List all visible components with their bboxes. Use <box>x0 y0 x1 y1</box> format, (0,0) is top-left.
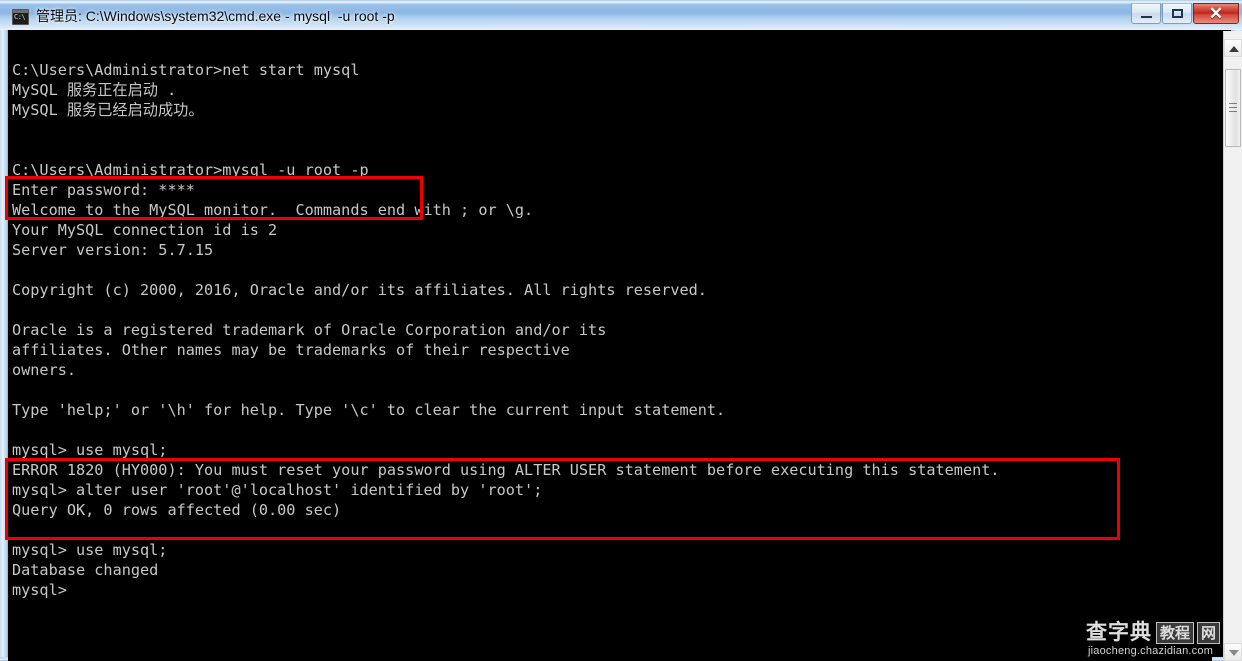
maximize-button[interactable] <box>1162 3 1192 24</box>
console-output-area[interactable]: C:\Users\Administrator>net start mysql My… <box>8 31 1212 661</box>
scroll-up-button[interactable] <box>1224 39 1242 57</box>
close-button[interactable]: ✕ <box>1193 3 1239 24</box>
terminal-line: Type 'help;' or '\h' for help. Type '\c'… <box>12 401 726 419</box>
scrollbar-grip-icon <box>1229 103 1237 112</box>
terminal-line: mysql> <box>12 581 67 599</box>
terminal-line: Copyright (c) 2000, 2016, Oracle and/or … <box>12 281 707 299</box>
terminal-line: Your MySQL connection id is 2 <box>12 221 278 239</box>
terminal-line: MySQL 服务正在启动 . <box>12 81 177 99</box>
minimize-button[interactable] <box>1131 3 1161 24</box>
terminal-line: Database changed <box>12 561 159 579</box>
watermark-row: 查字典 教程 网 <box>1086 620 1221 644</box>
terminal-line: Server version: 5.7.15 <box>12 241 214 259</box>
terminal-line: affiliates. Other names may be trademark… <box>12 341 570 359</box>
terminal-line: C:\Users\Administrator>mysql -u root -p <box>12 161 369 179</box>
cmd-app-icon: C:\ <box>12 9 29 25</box>
watermark-url: jiaocheng.chazidian.com <box>1088 645 1214 657</box>
vertical-scrollbar[interactable] <box>1223 31 1242 661</box>
scrollbar-thumb[interactable] <box>1225 69 1241 147</box>
watermark-brand: 查字典 <box>1086 620 1152 644</box>
title-bar[interactable]: C:\ 管理员: C:\Windows\system32\cmd.exe - m… <box>0 0 1242 30</box>
terminal-line: Query OK, 0 rows affected (0.00 sec) <box>12 501 342 519</box>
terminal-line: mysql> use mysql; <box>12 541 168 559</box>
watermark-tag-1: 教程 <box>1156 621 1195 644</box>
watermark-tag-2: 网 <box>1197 621 1221 644</box>
scroll-up-arrow-icon <box>1229 46 1239 52</box>
terminal-line: mysql> alter user 'root'@'localhost' ide… <box>12 481 543 499</box>
cmd-window: C:\ 管理员: C:\Windows\system32\cmd.exe - m… <box>0 0 1242 661</box>
close-icon: ✕ <box>1208 4 1224 23</box>
terminal-line: Oracle is a registered trademark of Orac… <box>12 321 607 339</box>
window-controls: ✕ <box>1130 3 1239 25</box>
window-border-left <box>0 30 8 661</box>
terminal-line: MySQL 服务已经启动成功。 <box>12 101 204 119</box>
watermark: 查字典 教程 网 jiaocheng.chazidian.com <box>1086 621 1234 657</box>
terminal-line: owners. <box>12 361 77 379</box>
terminal-line: ERROR 1820 (HY000): You must reset your … <box>12 461 1000 479</box>
window-title: 管理员: C:\Windows\system32\cmd.exe - mysql… <box>36 8 395 24</box>
screenshot-root: C:\ 管理员: C:\Windows\system32\cmd.exe - m… <box>0 0 1242 661</box>
terminal-text: C:\Users\Administrator>net start mysql My… <box>12 40 1000 600</box>
title-bar-inner: C:\ 管理员: C:\Windows\system32\cmd.exe - m… <box>0 2 1242 31</box>
terminal-line: mysql> use mysql; <box>12 441 168 459</box>
terminal-line: Enter password: **** <box>12 181 195 199</box>
terminal-line: C:\Users\Administrator>net start mysql <box>12 61 360 79</box>
terminal-line: Welcome to the MySQL monitor. Commands e… <box>12 201 534 219</box>
cmd-app-icon-glyph: C:\ <box>14 13 26 21</box>
